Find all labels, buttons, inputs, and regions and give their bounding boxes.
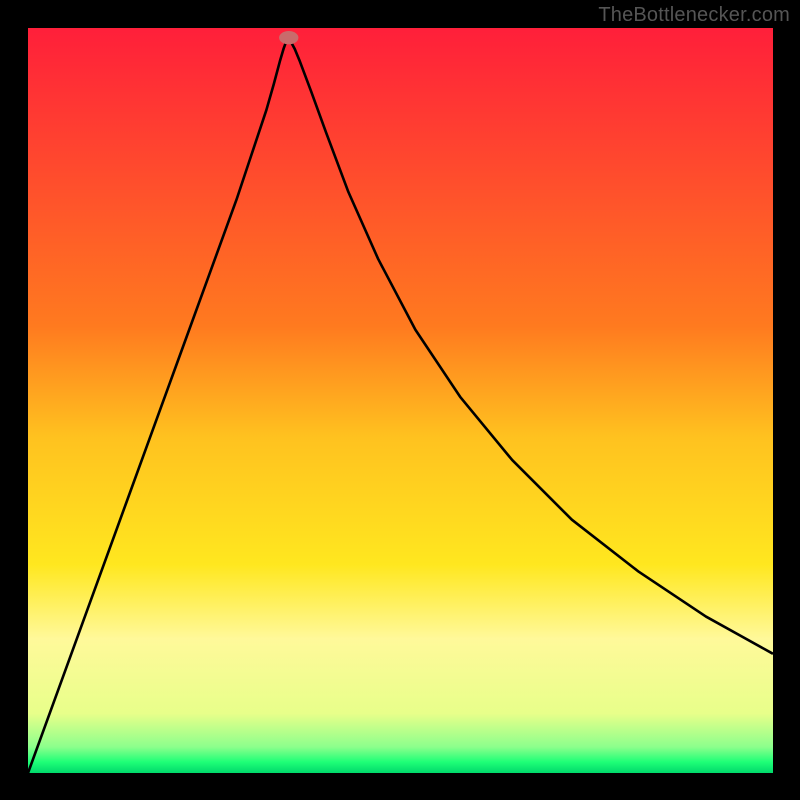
optimal-point-marker xyxy=(279,31,298,44)
bottleneck-chart xyxy=(28,28,773,773)
watermark-text: TheBottlenecker.com xyxy=(598,4,790,27)
gradient-background xyxy=(28,28,773,773)
